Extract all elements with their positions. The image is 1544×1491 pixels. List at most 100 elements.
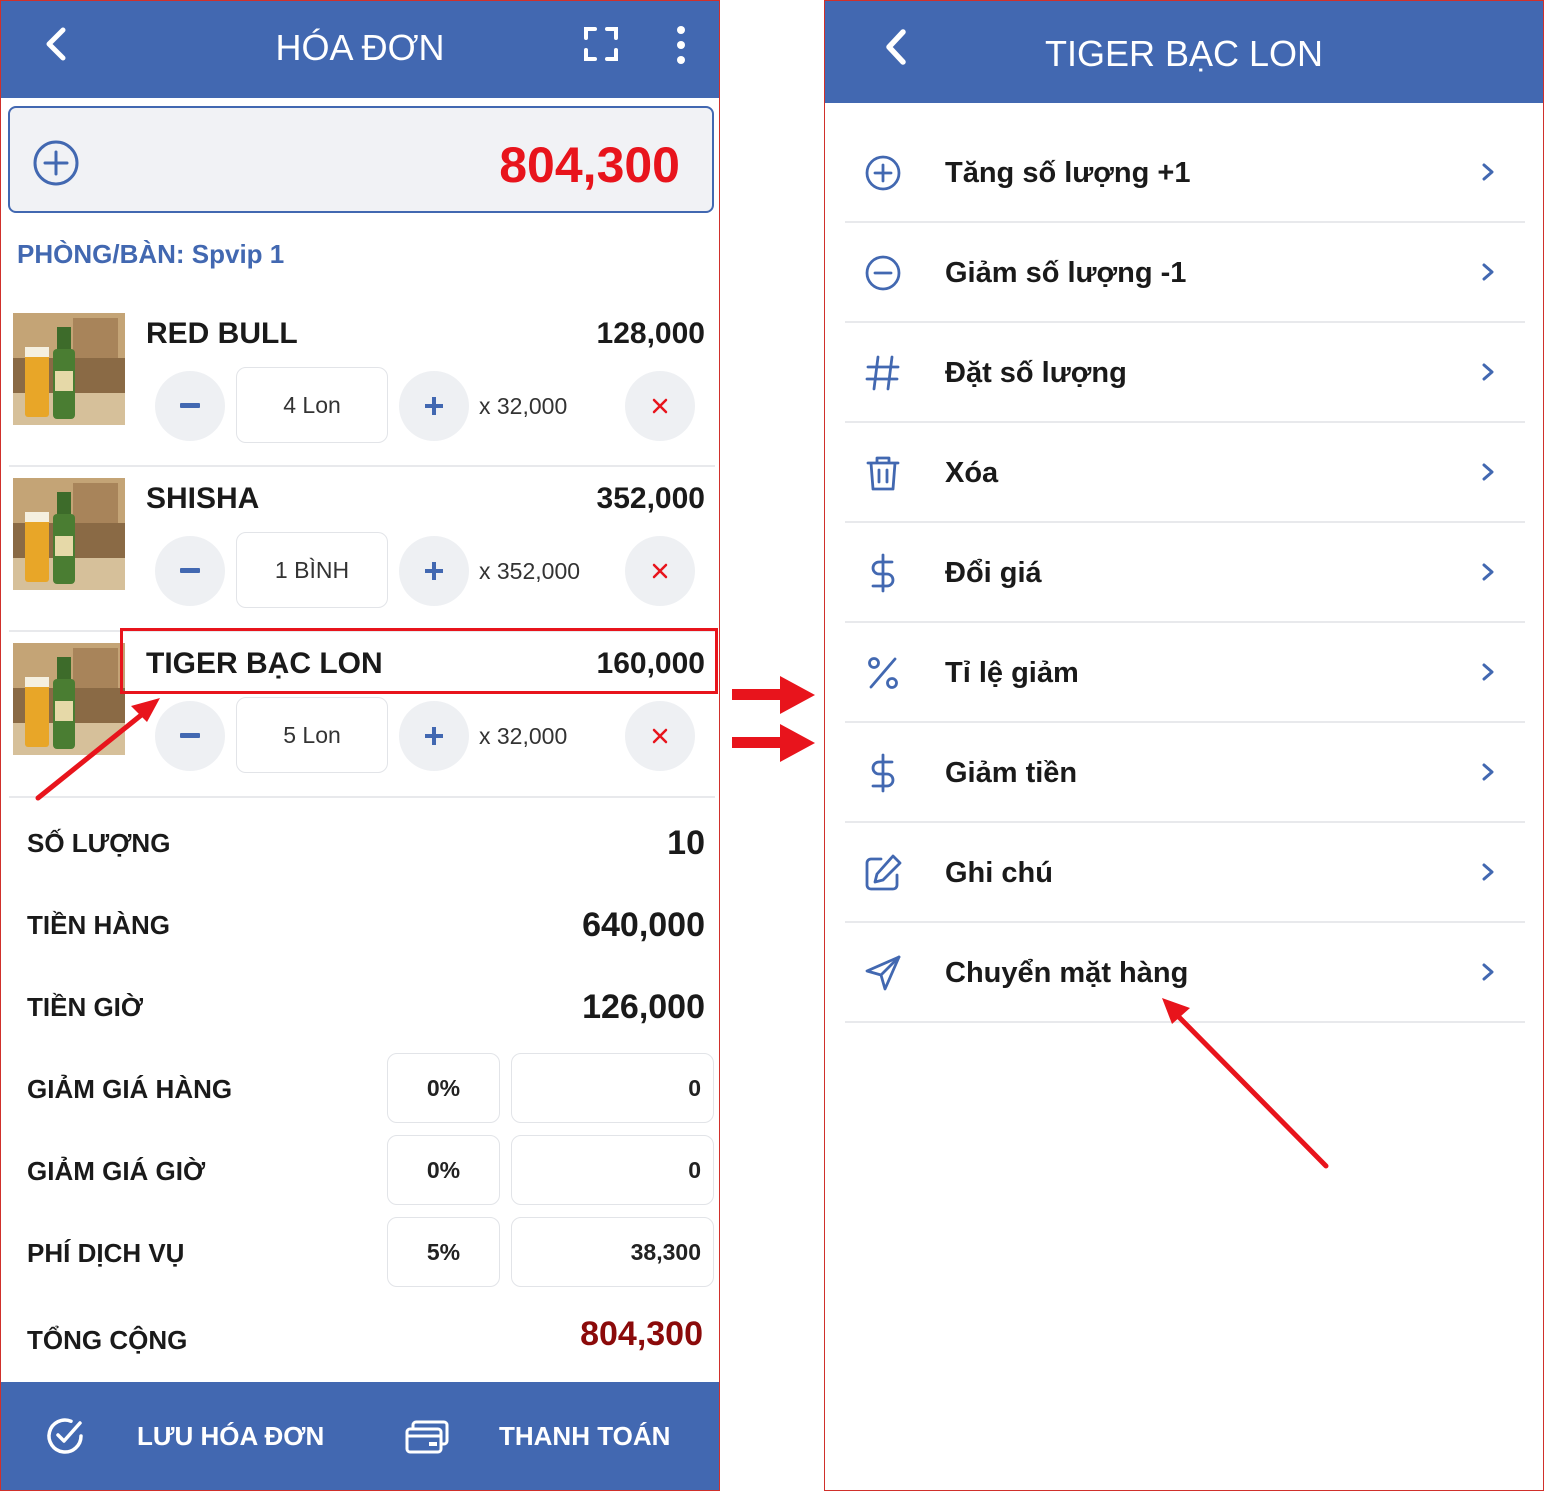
decrease-button[interactable] <box>155 701 225 771</box>
unit-price: x 32,000 <box>479 393 568 419</box>
item-total: 352,000 <box>596 482 705 515</box>
menu-item-delete[interactable]: Xóa <box>845 423 1525 523</box>
increase-button[interactable] <box>399 536 469 606</box>
annotation-arrow-right-2 <box>732 724 815 762</box>
service-fee-percent-field[interactable]: 5% <box>387 1217 500 1287</box>
invoice-total-value: 804,300 <box>499 137 680 193</box>
hours-discount-amount-field[interactable]: 0 <box>511 1135 714 1205</box>
item-options-header: TIGER BẠC LON <box>825 1 1543 103</box>
bottom-action-bar: LƯU HÓA ĐƠN THANH TOÁN <box>1 1382 719 1490</box>
menu-item-label: Tỉ lệ giảm <box>945 657 1079 689</box>
summary-hours-row: TIỀN GIỜ 126,000 <box>1 980 719 1040</box>
menu-item-label: Tăng số lượng +1 <box>945 157 1191 189</box>
summary-label: TIỀN GIỜ <box>27 992 144 1022</box>
page-title: TIGER BẠC LON <box>1044 33 1324 74</box>
remove-item-button[interactable] <box>625 701 695 771</box>
annotation-arrow-right-1 <box>732 676 815 714</box>
goods-discount-label: GIẢM GIÁ HÀNG <box>27 1074 233 1104</box>
menu-item-label: Chuyển mặt hàng <box>945 957 1189 989</box>
menu-item-move-item[interactable]: Chuyển mặt hàng <box>845 923 1525 1023</box>
checkout-button[interactable]: THANH TOÁN <box>499 1421 670 1452</box>
plus-icon <box>425 562 443 580</box>
remove-item-button[interactable] <box>625 371 695 441</box>
edit-icon <box>865 854 902 891</box>
send-icon <box>865 955 901 991</box>
plus-icon <box>425 727 443 745</box>
item-name: RED BULL <box>146 317 298 350</box>
invoice-item[interactable]: RED BULL 128,000 4 Lon x 32,000 <box>1 313 719 478</box>
grand-total-value: 804,300 <box>580 1315 703 1353</box>
beer-product-image <box>13 313 125 425</box>
beer-product-image <box>13 643 125 755</box>
goods-discount-amount-field[interactable]: 0 <box>511 1053 714 1123</box>
menu-item-label: Ghi chú <box>945 857 1053 889</box>
summary-value: 10 <box>667 824 705 862</box>
summary-label: SỐ LƯỢNG <box>27 828 171 858</box>
minus-icon <box>180 403 200 408</box>
dollar-icon <box>871 553 895 593</box>
beer-product-image <box>13 478 125 590</box>
hours-discount-label: GIẢM GIÁ GIỜ <box>27 1156 206 1186</box>
hours-discount-percent-field[interactable]: 0% <box>387 1135 500 1205</box>
add-circle-icon[interactable] <box>32 139 80 187</box>
invoice-item[interactable]: SHISHA 352,000 1 BÌNH x 352,000 <box>1 478 719 643</box>
decrease-button[interactable] <box>155 536 225 606</box>
quantity-field[interactable]: 1 BÌNH <box>236 532 388 608</box>
increase-button[interactable] <box>399 371 469 441</box>
fullscreen-icon[interactable] <box>583 26 619 62</box>
more-vertical-icon[interactable] <box>673 25 689 65</box>
menu-item-set-quantity[interactable]: Đặt số lượng <box>845 323 1525 423</box>
grand-total-label: TỔNG CỘNG <box>27 1325 188 1355</box>
minus-icon <box>180 568 200 573</box>
menu-item-increase[interactable]: Tăng số lượng +1 <box>845 123 1525 223</box>
menu-item-decrease[interactable]: Giảm số lượng -1 <box>845 223 1525 323</box>
chevron-right-icon <box>1482 363 1494 381</box>
chevron-right-icon <box>1482 463 1494 481</box>
chevron-right-icon <box>1482 563 1494 581</box>
chevron-right-icon <box>1482 863 1494 881</box>
menu-item-label: Đặt số lượng <box>945 357 1127 389</box>
minus-circle-icon <box>865 255 901 291</box>
item-options-screen: TIGER BẠC LON Tăng số lượng +1 Giảm số l… <box>824 0 1544 1491</box>
unit-price: x 32,000 <box>479 723 568 749</box>
item-total: 128,000 <box>596 317 705 350</box>
close-icon <box>652 398 668 414</box>
unit-price: x 352,000 <box>479 558 581 584</box>
decrease-button[interactable] <box>155 371 225 441</box>
increase-button[interactable] <box>399 701 469 771</box>
quantity-field[interactable]: 5 Lon <box>236 697 388 773</box>
summary-value: 126,000 <box>582 988 705 1026</box>
check-circle-icon[interactable] <box>45 1416 85 1456</box>
item-name: SHISHA <box>146 482 260 515</box>
menu-item-change-price[interactable]: Đổi giá <box>845 523 1525 623</box>
quantity-field[interactable]: 4 Lon <box>236 367 388 443</box>
chevron-right-icon <box>1482 763 1494 781</box>
divider <box>9 796 715 798</box>
remove-item-button[interactable] <box>625 536 695 606</box>
service-fee-amount-field[interactable]: 38,300 <box>511 1217 714 1287</box>
save-invoice-button[interactable]: LƯU HÓA ĐƠN <box>137 1421 324 1452</box>
menu-item-discount-amount[interactable]: Giảm tiền <box>845 723 1525 823</box>
trash-icon <box>866 456 900 491</box>
room-table-label: PHÒNG/BÀN: Spvip 1 <box>17 239 285 269</box>
minus-icon <box>180 733 200 738</box>
menu-item-note[interactable]: Ghi chú <box>845 823 1525 923</box>
highlight-box <box>120 628 718 694</box>
close-icon <box>652 728 668 744</box>
chevron-right-icon <box>1482 963 1494 981</box>
menu-item-discount-rate[interactable]: Tỉ lệ giảm <box>845 623 1525 723</box>
menu-item-label: Đổi giá <box>945 557 1042 589</box>
chevron-right-icon <box>1482 663 1494 681</box>
payment-card-icon[interactable] <box>405 1420 449 1454</box>
goods-discount-percent-field[interactable]: 0% <box>387 1053 500 1123</box>
summary-quantity-row: SỐ LƯỢNG 10 <box>1 816 719 876</box>
close-icon <box>652 563 668 579</box>
invoice-total-box: 804,300 <box>8 106 714 213</box>
summary-goods-row: TIỀN HÀNG 640,000 <box>1 898 719 958</box>
invoice-header: HÓA ĐƠN <box>1 1 719 98</box>
percent-icon <box>868 657 898 689</box>
service-fee-label: PHÍ DỊCH VỤ <box>27 1238 185 1268</box>
plus-circle-icon <box>865 155 901 191</box>
dollar-icon <box>871 753 895 793</box>
divider <box>9 465 715 467</box>
